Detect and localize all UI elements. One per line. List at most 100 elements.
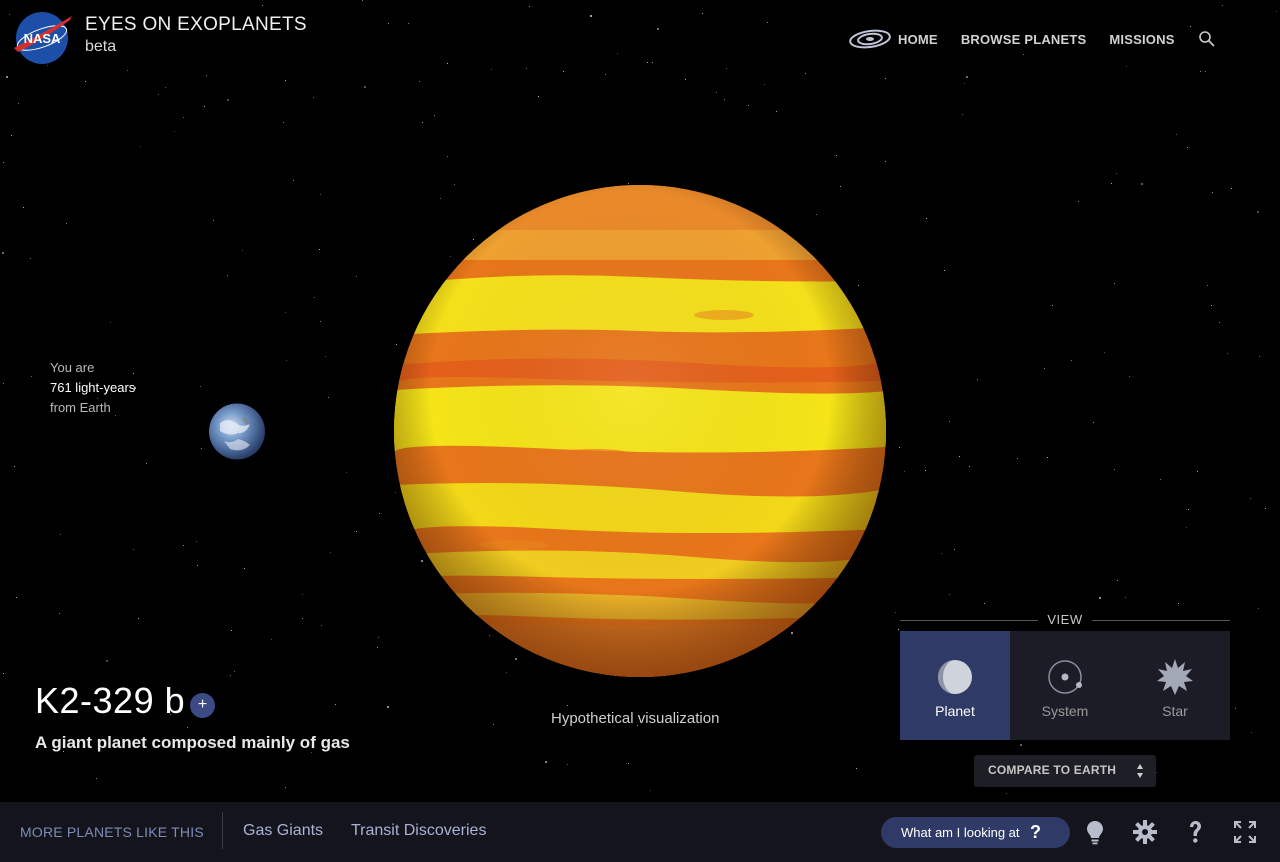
view-system-button[interactable]: System bbox=[1010, 631, 1120, 740]
star-dot bbox=[764, 84, 765, 85]
star-dot bbox=[650, 790, 651, 791]
star-dot bbox=[964, 83, 965, 84]
star-dot bbox=[1156, 772, 1157, 773]
star-dot bbox=[283, 122, 284, 123]
star-dot bbox=[805, 73, 806, 74]
star-dot bbox=[387, 706, 389, 708]
star-dot bbox=[146, 463, 147, 464]
nav-missions[interactable]: MISSIONS bbox=[1109, 32, 1174, 47]
svg-text:NASA: NASA bbox=[24, 31, 61, 46]
star-dot bbox=[187, 727, 188, 728]
star-dot bbox=[1257, 211, 1259, 213]
galaxy-icon[interactable] bbox=[848, 27, 892, 51]
star-dot bbox=[321, 625, 322, 626]
star-dot bbox=[285, 80, 286, 81]
nav-browse-planets[interactable]: BROWSE PLANETS bbox=[961, 32, 1087, 47]
star-dot bbox=[969, 466, 970, 467]
star-dot bbox=[1276, 11, 1277, 12]
planet-info-expand-button[interactable]: + bbox=[190, 693, 215, 718]
nasa-logo[interactable]: NASA bbox=[12, 10, 74, 66]
nav-home[interactable]: HOME bbox=[898, 32, 938, 47]
star-dot bbox=[346, 472, 347, 473]
star-dot bbox=[1186, 527, 1187, 528]
fullscreen-icon[interactable] bbox=[1232, 819, 1258, 845]
star-dot bbox=[3, 383, 4, 384]
star-dot bbox=[526, 68, 527, 69]
earth-image[interactable] bbox=[208, 403, 266, 460]
view-planet-button[interactable]: Planet bbox=[900, 631, 1010, 740]
what-am-i-looking-at-button[interactable]: What am I looking at ? bbox=[881, 817, 1070, 848]
star-dot bbox=[685, 79, 686, 80]
star-dot bbox=[1017, 458, 1018, 459]
star-dot bbox=[977, 379, 978, 380]
star-dot bbox=[196, 541, 197, 542]
star-dot bbox=[1047, 457, 1048, 458]
star-dot bbox=[242, 250, 243, 251]
more-planets-label: MORE PLANETS LIKE THIS bbox=[20, 824, 204, 840]
planet-icon bbox=[938, 660, 972, 694]
star-dot bbox=[183, 545, 184, 546]
star-dot bbox=[617, 53, 618, 54]
app-title[interactable]: EYES ON EXOPLANETS bbox=[85, 14, 307, 36]
star-dot bbox=[110, 322, 111, 323]
compare-to-earth-select[interactable]: COMPARE TO EARTH bbox=[974, 755, 1156, 787]
star-dot bbox=[356, 531, 357, 532]
star-dot bbox=[652, 62, 653, 63]
star-dot bbox=[377, 647, 378, 648]
star-dot bbox=[716, 92, 717, 93]
lightbulb-icon[interactable] bbox=[1082, 819, 1108, 845]
star-dot bbox=[1250, 498, 1251, 499]
star-dot bbox=[895, 612, 896, 613]
star-dot bbox=[1129, 376, 1130, 377]
star-dot bbox=[1205, 71, 1206, 72]
star-dot bbox=[1006, 793, 1007, 794]
star-dot bbox=[899, 447, 900, 448]
star-dot bbox=[2, 252, 4, 254]
what-am-i-looking-at-label: What am I looking at bbox=[901, 825, 1020, 840]
star-dot bbox=[230, 675, 231, 676]
star-dot bbox=[30, 258, 31, 259]
star-dot bbox=[949, 421, 950, 422]
star-dot bbox=[1251, 732, 1252, 733]
star-dot bbox=[1114, 283, 1115, 284]
compare-to-earth-label: COMPARE TO EARTH bbox=[988, 763, 1117, 777]
star-dot bbox=[325, 356, 326, 357]
star-dot bbox=[23, 207, 24, 208]
star-dot bbox=[96, 778, 97, 779]
star-dot bbox=[9, 14, 10, 15]
star-dot bbox=[1141, 183, 1143, 185]
star-dot bbox=[330, 552, 331, 553]
star-dot bbox=[165, 87, 166, 88]
system-icon bbox=[1048, 660, 1082, 694]
star-dot bbox=[200, 386, 201, 387]
star-dot bbox=[959, 456, 960, 457]
star-dot bbox=[244, 568, 245, 569]
star-dot bbox=[1219, 322, 1220, 323]
star-dot bbox=[1116, 173, 1117, 174]
search-icon[interactable] bbox=[1198, 30, 1216, 48]
star-dot bbox=[174, 131, 175, 132]
settings-gear-icon[interactable] bbox=[1132, 819, 1158, 845]
view-star-button[interactable]: Star bbox=[1120, 631, 1230, 740]
star-dot bbox=[3, 673, 4, 674]
star-dot bbox=[16, 597, 17, 598]
star-dot bbox=[66, 223, 67, 224]
view-header: VIEW bbox=[900, 612, 1230, 628]
tag-transit-discoveries[interactable]: Transit Discoveries bbox=[351, 822, 486, 840]
help-icon[interactable] bbox=[1182, 819, 1208, 845]
star-dot bbox=[204, 106, 205, 107]
star-dot bbox=[1231, 188, 1232, 189]
star-dot bbox=[285, 312, 286, 313]
tag-gas-giants[interactable]: Gas Giants bbox=[243, 822, 323, 840]
planet-visualization[interactable] bbox=[394, 185, 886, 677]
star-dot bbox=[1023, 54, 1024, 55]
star-dot bbox=[1227, 353, 1228, 354]
star-dot bbox=[529, 6, 530, 7]
question-mark-icon: ? bbox=[1030, 822, 1041, 842]
star-dot bbox=[313, 97, 314, 98]
star-dot bbox=[1190, 26, 1191, 27]
star-dot bbox=[538, 96, 539, 97]
distance-line-3: from Earth bbox=[50, 400, 111, 415]
star-dot bbox=[1125, 597, 1126, 598]
bottom-divider bbox=[222, 812, 223, 849]
